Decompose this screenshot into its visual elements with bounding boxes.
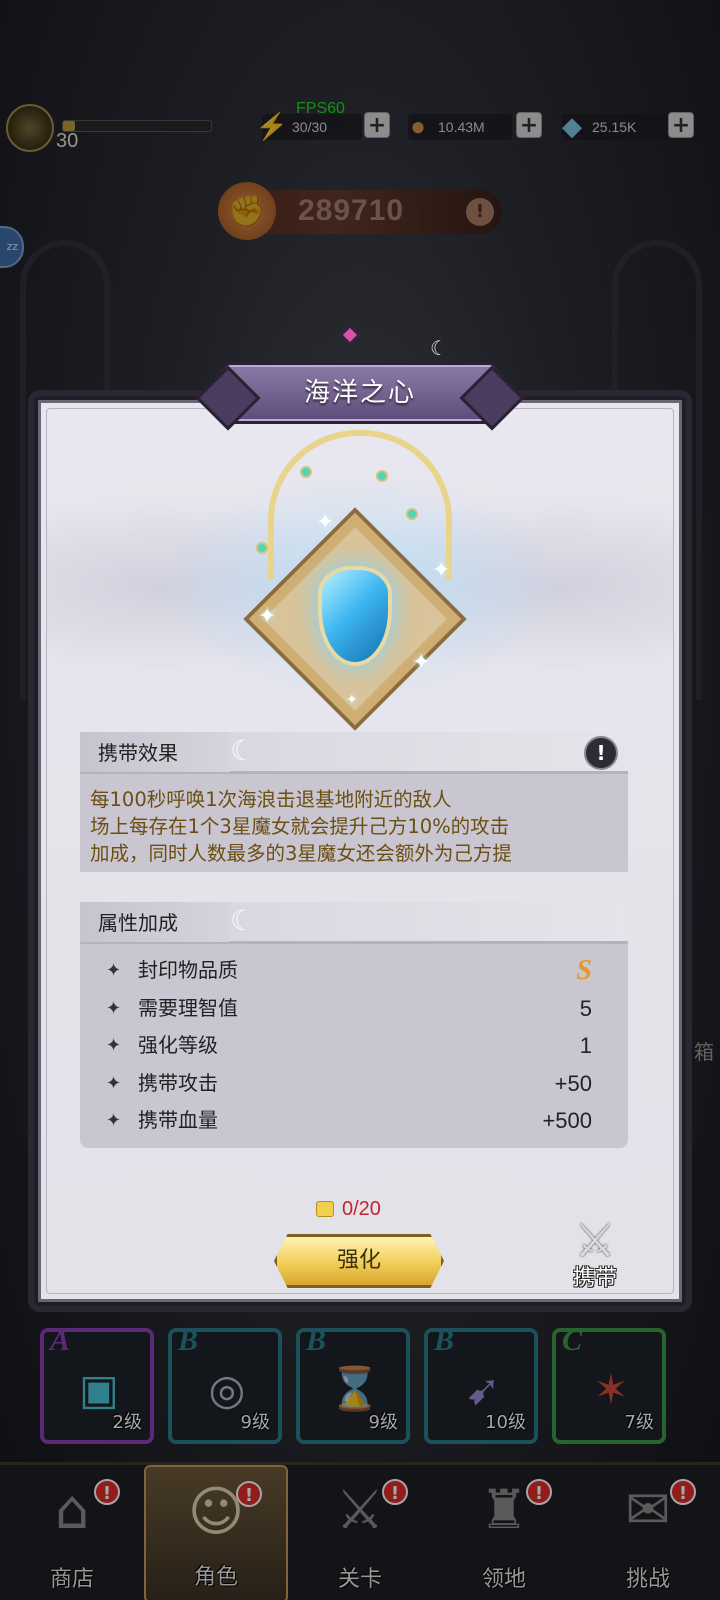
section-title: 属性加成 [80,902,230,942]
effect-line: 场上每存在1个3星魔女就会提升己方10%的攻击 [90,815,510,838]
moon-icon: ☾ [430,336,448,360]
attribute-label: 封印物品质 [138,958,238,982]
enhance-cost-value: 0/20 [342,1198,381,1220]
attribute-label: 携带血量 [138,1108,218,1132]
attribute-label: 强化等级 [138,1033,218,1057]
moon-deco-icon: ☾ [230,904,256,937]
carry-effect-header: 携带效果 ☾ ! [80,732,628,774]
sparkle-icon: ✦ [412,650,431,675]
sparkle-icon: ✦ [258,604,277,629]
effect-line: 每100秒呼唤1次海浪击退基地附近的敌人 [90,788,452,811]
carry-label: 携带 [572,1266,617,1291]
attribute-label: 需要理智值 [138,995,238,1020]
enhance-button[interactable]: 强化 [274,1234,444,1288]
sparkle-icon: ✦ [316,510,335,535]
material-icon [316,1201,334,1217]
attribute-row: ✦ 封印物品质 S [80,952,628,990]
bead [256,542,268,554]
moon-deco-icon: ☾ [230,734,256,767]
sparkle-icon: ✦ [346,692,358,708]
quality-grade: S [576,955,592,986]
attribute-value: 5 [579,995,592,1021]
info-button[interactable]: ! [584,736,618,770]
bead [406,508,418,520]
bead [300,466,312,478]
sparkle-bullet-icon: ✦ [106,1072,122,1094]
sparkle-bullet-icon: ✦ [106,960,122,981]
attribute-row: ✦ 携带血量 +500 [80,1102,628,1140]
attribute-row: ✦ 强化等级 1 [80,1027,628,1065]
carry-effect-text: 每100秒呼唤1次海浪击退基地附近的敌人 场上每存在1个3星魔女就会提升己方10… [80,774,628,872]
attribute-value: 1 [579,1033,592,1058]
attribute-row: ✦ 携带攻击 +50 [80,1065,628,1103]
sparkle-bullet-icon: ✦ [106,1035,122,1056]
modal-title: 海洋之心 [303,378,416,408]
bead [376,470,388,482]
modal-title-plate: 海洋之心 [222,362,498,424]
attribute-label: 携带攻击 [138,1070,218,1095]
attribute-value: +50 [554,1070,592,1096]
attribute-value: +500 [542,1108,592,1133]
sparkle-bullet-icon: ✦ [106,1110,122,1131]
attribute-row: ✦ 需要理智值 5 [80,990,628,1028]
enhance-cost: 0/20 [316,1198,381,1221]
effect-line: 加成，同时人数最多的3星魔女还会额外为己方提 [90,842,512,865]
sparkle-bullet-icon: ✦ [106,997,122,1019]
section-title: 携带效果 [80,732,230,772]
attribute-list: ✦ 封印物品质 S ✦ 需要理智值 5 ✦ 强化等级 1 ✦ 携带攻击 +50 … [80,944,628,1148]
attribute-bonus-header: 属性加成 ☾ [80,902,628,944]
carry-button[interactable]: ⚔ 携带 [558,1212,632,1296]
sparkle-icon: ✦ [432,558,451,583]
